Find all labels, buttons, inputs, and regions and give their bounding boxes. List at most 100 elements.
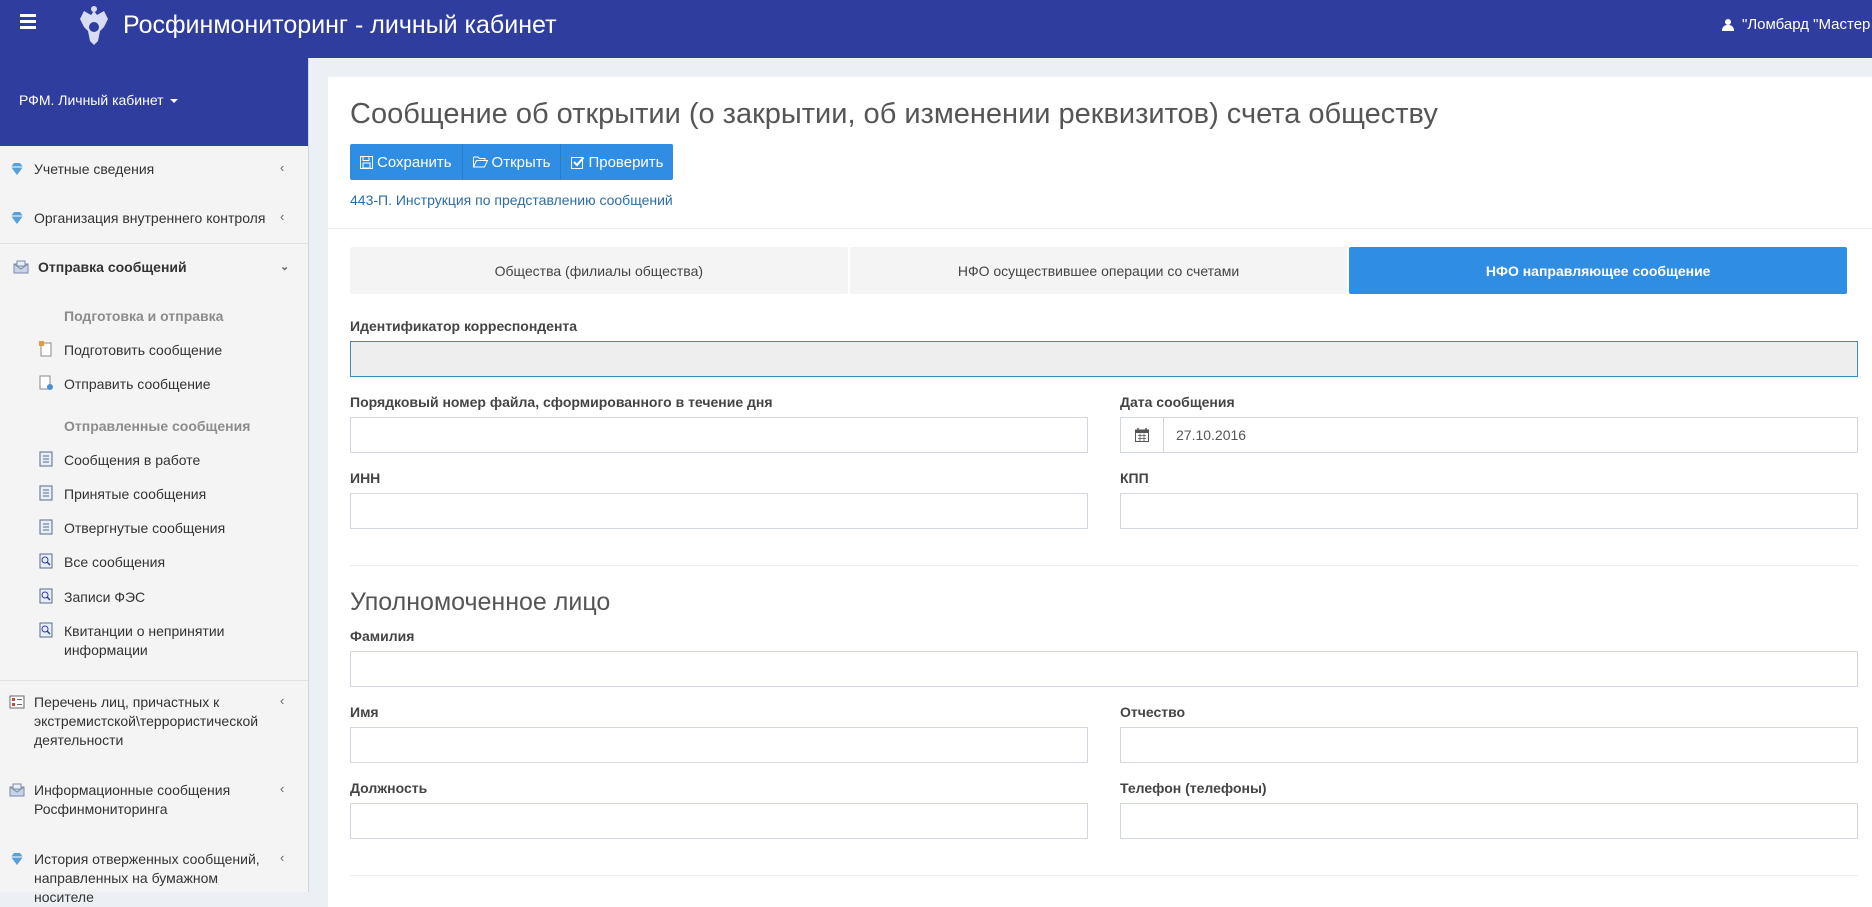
chevron-left-icon: ‹ [280, 160, 285, 175]
document-icon [39, 485, 53, 501]
sidebar-item-label: Перечень лиц, причастных к экстремистско… [34, 694, 259, 748]
open-button-label: Открыть [491, 153, 551, 171]
chevron-left-icon: ‹ [280, 850, 285, 865]
submenu-item-send[interactable]: Отправить сообщение [0, 375, 308, 395]
user-name: "Ломбард "Мастер [1742, 16, 1871, 33]
tab-bar: Общества (филиалы общества) НФО осуществ… [350, 247, 1848, 294]
submenu-item-all[interactable]: Все сообщения [0, 553, 308, 573]
chevron-left-icon: ‹ [280, 693, 285, 708]
document-send-icon [39, 375, 53, 390]
tab-companies[interactable]: Общества (филиалы общества) [350, 247, 848, 294]
envelope-icon [13, 260, 29, 274]
sidebar-item-rejected-history[interactable]: История отверженных сообщений, направлен… [0, 850, 308, 905]
caret-down-icon [169, 99, 178, 103]
check-button[interactable]: Проверить [561, 144, 673, 180]
floppy-disk-icon [360, 155, 373, 169]
document-icon [39, 451, 53, 467]
sidebar-item-internal-control[interactable]: Организация внутреннего контроля ‹ [0, 209, 308, 229]
instruction-link[interactable]: 443-П. Инструкция по представлению сообщ… [350, 192, 673, 208]
submenu-item-label: Отправить сообщение [64, 376, 211, 392]
submenu-item-prepare[interactable]: Подготовить сообщение [0, 341, 308, 361]
document-new-icon [39, 341, 52, 357]
list-icon [9, 695, 25, 709]
correspondent-id-field[interactable] [350, 341, 1858, 377]
section-divider [328, 228, 1872, 229]
document-search-icon [39, 588, 53, 604]
calendar-icon[interactable] [1121, 418, 1164, 452]
tab-nfo-operations[interactable]: НФО осуществившее операции со счетами [849, 247, 1348, 294]
sidebar-item-label: Учетные сведения [34, 161, 155, 177]
last-name-field[interactable] [350, 651, 1858, 687]
document-icon [39, 519, 53, 535]
phone-field[interactable] [1120, 803, 1858, 839]
save-button-label: Сохранить [377, 153, 452, 171]
message-date-label: Дата сообщения [1120, 394, 1235, 410]
section-divider [350, 875, 1858, 876]
sidebar-item-label: Отправка сообщений [38, 259, 187, 275]
message-date-field[interactable] [1164, 418, 1857, 452]
position-field[interactable] [350, 803, 1088, 839]
sidebar-item-label: История отверженных сообщений, направлен… [34, 851, 260, 905]
cabinet-dropdown[interactable]: РФМ. Личный кабинет [19, 92, 178, 108]
first-name-field[interactable] [350, 727, 1088, 763]
file-number-label: Порядковый номер файла, сформированного … [350, 394, 773, 410]
submenu-item-label: Сообщения в работе [64, 452, 201, 468]
diamond-icon [11, 853, 23, 865]
submenu-item-accepted[interactable]: Принятые сообщения [0, 485, 308, 505]
sidebar-item-account-info[interactable]: Учетные сведения ‹ [0, 160, 308, 180]
sidebar-divider [0, 680, 308, 681]
checkbox-checked-icon [571, 156, 585, 169]
sidebar-item-label: Информационные сообщения Росфинмониторин… [34, 782, 231, 817]
top-header: Росфинмониторинг - личный кабинет "Ломба… [0, 0, 1872, 58]
kpp-field[interactable] [1120, 493, 1858, 529]
submenu-heading: Подготовка и отправка [64, 308, 224, 324]
submenu-item-label: Записи ФЭС [64, 589, 146, 605]
sidebar-item-send-messages[interactable]: Отправка сообщений ⌄ [0, 258, 308, 278]
first-name-label: Имя [350, 704, 379, 720]
document-search-icon [39, 553, 53, 569]
phone-label: Телефон (телефоны) [1120, 780, 1267, 796]
sidebar-header: РФМ. Личный кабинет [0, 58, 308, 146]
inn-label: ИНН [350, 470, 381, 486]
document-search-icon [39, 622, 53, 638]
section-divider [350, 565, 1858, 566]
last-name-label: Фамилия [350, 628, 415, 644]
eagle-emblem-icon [80, 6, 108, 45]
kpp-label: КПП [1120, 470, 1149, 486]
submenu-item-fes-records[interactable]: Записи ФЭС [0, 588, 308, 608]
menu-toggle-icon[interactable] [20, 14, 36, 29]
page-title: Сообщение об открытии (о закрытии, об из… [350, 98, 1438, 130]
open-button[interactable]: Открыть [463, 144, 562, 180]
user-menu[interactable]: "Ломбард "Мастер [1722, 16, 1870, 33]
sidebar-item-extremist-list[interactable]: Перечень лиц, причастных к экстремистско… [0, 693, 308, 751]
save-button[interactable]: Сохранить [350, 144, 463, 180]
submenu-item-label: Все сообщения [64, 554, 166, 570]
app-title: Росфинмониторинг - личный кабинет [123, 11, 557, 39]
submenu-heading: Отправленные сообщения [64, 418, 251, 434]
submenu-item-label: Квитанции о непринятии информации [64, 623, 225, 658]
submenu-item-rejection-receipts[interactable]: Квитанции о непринятии информации [0, 622, 308, 662]
file-number-field[interactable] [350, 417, 1088, 453]
folder-open-icon [472, 156, 488, 168]
user-icon [1722, 19, 1734, 31]
sidebar-item-info-messages[interactable]: Информационные сообщения Росфинмониторин… [0, 781, 308, 821]
patronymic-label: Отчество [1120, 704, 1186, 720]
submenu-item-label: Отвергнутые сообщения [64, 520, 226, 536]
chevron-left-icon: ‹ [280, 209, 285, 224]
tab-nfo-sender[interactable]: НФО направляющее сообщение [1349, 247, 1848, 294]
diamond-icon [11, 212, 23, 224]
toolbar-button-group: Сохранить Открыть Проверить [350, 144, 674, 180]
inn-field[interactable] [350, 493, 1088, 529]
chevron-left-icon: ‹ [280, 781, 285, 796]
submenu-item-rejected[interactable]: Отвергнутые сообщения [0, 519, 308, 539]
chevron-down-icon: ⌄ [280, 261, 290, 273]
authorized-person-heading: Уполномоченное лицо [350, 588, 611, 616]
cabinet-label: РФМ. Личный кабинет [19, 92, 164, 108]
submenu-item-in-progress[interactable]: Сообщения в работе [0, 451, 308, 471]
position-label: Должность [350, 780, 428, 796]
sidebar-divider [0, 243, 308, 244]
diamond-icon [11, 163, 23, 175]
patronymic-field[interactable] [1120, 727, 1858, 763]
sidebar: РФМ. Личный кабинет [0, 58, 309, 892]
message-date-picker [1120, 417, 1858, 453]
